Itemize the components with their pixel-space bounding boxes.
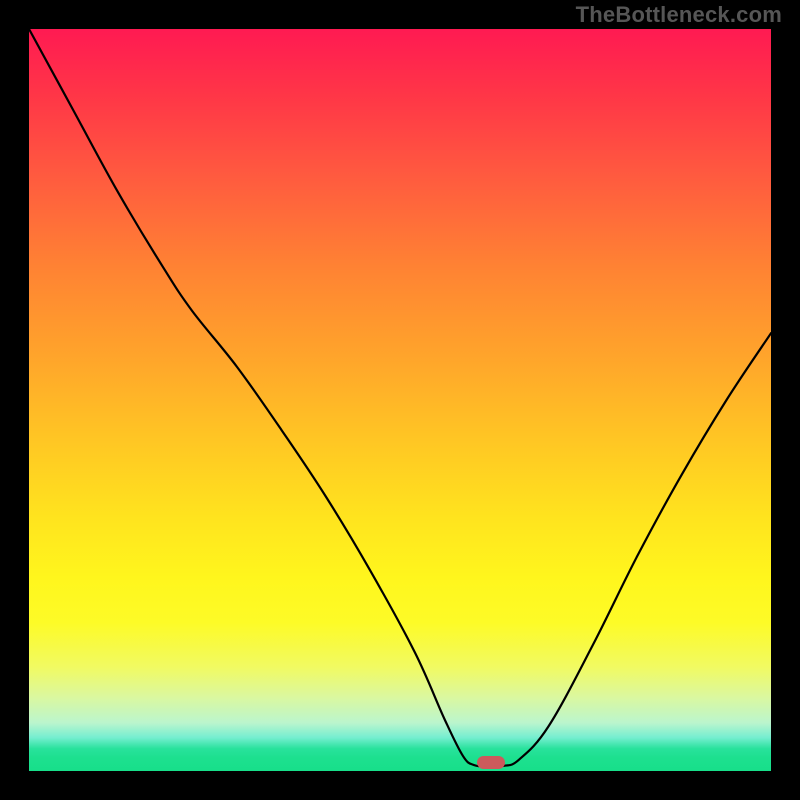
plot-area: [29, 29, 771, 771]
chart-frame: TheBottleneck.com: [0, 0, 800, 800]
bottleneck-curve: [29, 29, 771, 771]
watermark-text: TheBottleneck.com: [576, 2, 782, 28]
optimum-marker: [477, 756, 505, 769]
